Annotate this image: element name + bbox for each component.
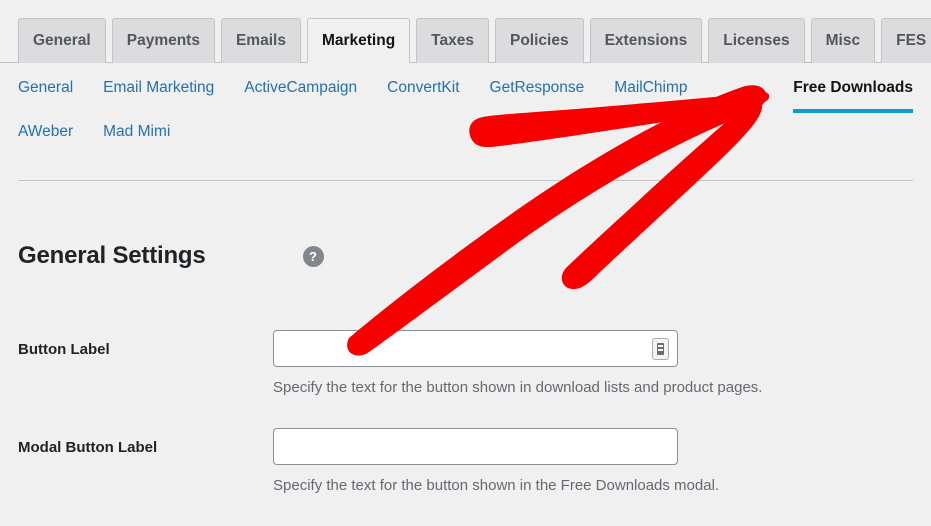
tab-payments[interactable]: Payments [111, 18, 215, 63]
modal-button-label-label: Modal Button Label [18, 439, 158, 456]
button-label-description: Specify the text for the button shown in… [273, 379, 763, 396]
subnav-item-mad-mimi[interactable]: Mad Mimi [103, 121, 170, 143]
tab-misc[interactable]: Misc [810, 18, 876, 63]
autofill-glyph [657, 343, 664, 355]
sub-navigation: General Email Marketing ActiveCampaign C… [0, 63, 931, 143]
button-label-input[interactable] [273, 330, 678, 367]
button-label-field-wrap [273, 330, 678, 367]
subnav-item-activecampaign[interactable]: ActiveCampaign [244, 77, 357, 99]
section-header: General Settings ? [18, 242, 324, 270]
form-row-modal-button-label: Modal Button Label Specify the text for … [18, 428, 913, 496]
button-label-label: Button Label [18, 341, 110, 358]
tab-licenses[interactable]: Licenses [708, 18, 805, 63]
tab-extensions[interactable]: Extensions [589, 18, 703, 63]
section-divider [18, 180, 913, 181]
tab-emails[interactable]: Emails [220, 18, 301, 63]
button-label-control: Specify the text for the button shown in… [273, 330, 913, 398]
modal-button-label-description: Specify the text for the button shown in… [273, 477, 720, 494]
page-title: General Settings [18, 242, 206, 269]
subnav-item-getresponse[interactable]: GetResponse [490, 77, 585, 99]
question-mark-icon[interactable]: ? [302, 245, 324, 267]
subnav-item-convertkit[interactable]: ConvertKit [387, 77, 459, 99]
subnav-item-general[interactable]: General [18, 77, 73, 99]
tab-general[interactable]: General [18, 18, 106, 63]
subnav-item-free-downloads[interactable]: Free Downloads [793, 77, 913, 113]
tab-marketing[interactable]: Marketing [306, 18, 411, 63]
subnav-current-label: Free Downloads [793, 79, 913, 96]
subnav-item-aweber[interactable]: AWeber [18, 121, 73, 143]
modal-button-label-input[interactable] [273, 428, 678, 465]
modal-button-label-field-wrap [273, 428, 678, 465]
subnav-item-email-marketing[interactable]: Email Marketing [103, 77, 214, 99]
tab-taxes[interactable]: Taxes [416, 18, 489, 63]
sub-navigation-list: General Email Marketing ActiveCampaign C… [18, 77, 913, 143]
tab-policies[interactable]: Policies [494, 18, 584, 63]
modal-button-label-control: Specify the text for the button shown in… [273, 428, 913, 496]
active-underline [793, 109, 913, 113]
settings-form: Button Label Specify the text for the bu… [18, 330, 913, 526]
autofill-icon[interactable] [652, 338, 669, 360]
form-row-button-label: Button Label Specify the text for the bu… [18, 330, 913, 398]
primary-tab-bar: General Payments Emails Marketing Taxes … [0, 0, 931, 63]
tab-fes[interactable]: FES [881, 18, 931, 63]
subnav-item-mailchimp[interactable]: MailChimp [614, 77, 687, 99]
